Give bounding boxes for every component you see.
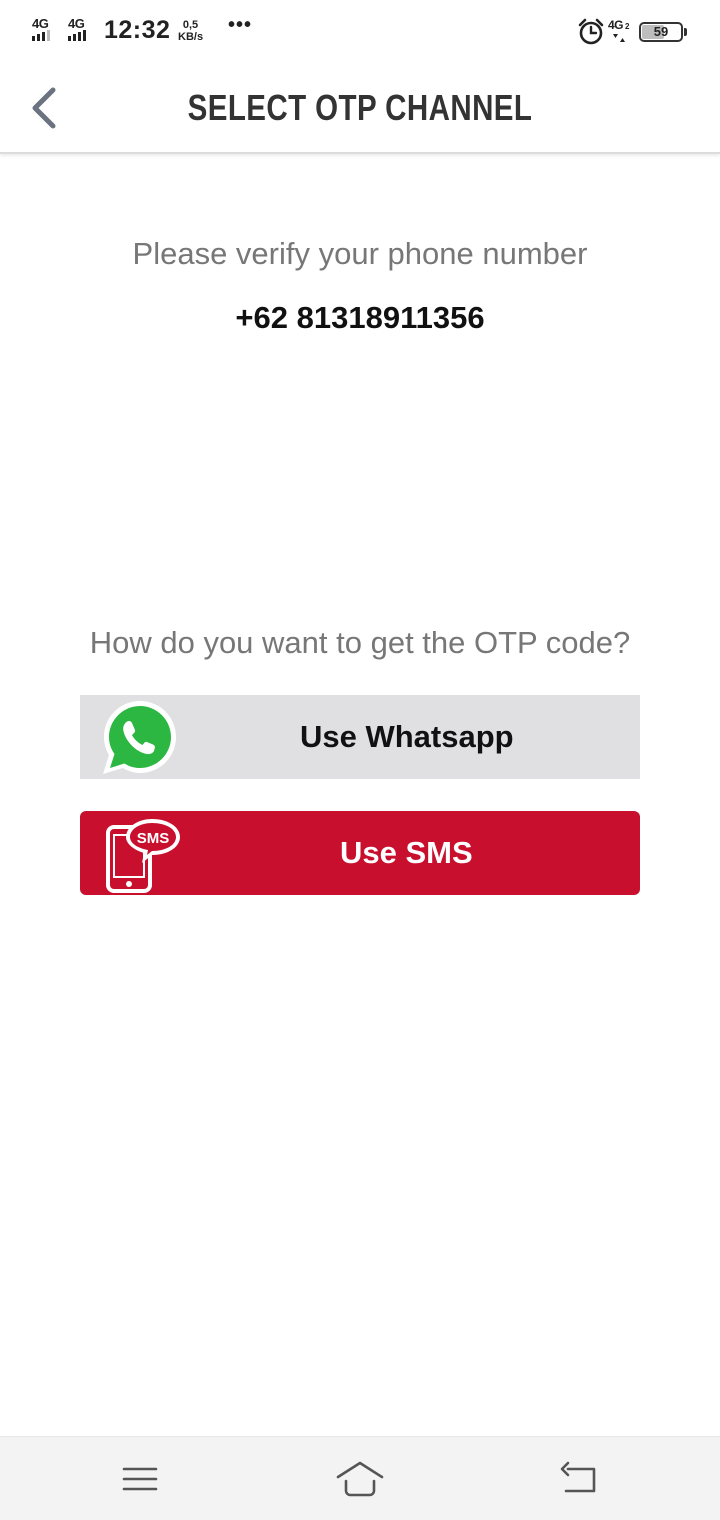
speed-value: 0,5 [182, 19, 199, 31]
system-nav-bar [0, 1436, 720, 1520]
alarm-icon [578, 18, 604, 45]
whatsapp-icon [103, 701, 176, 774]
home-icon [336, 1461, 384, 1497]
network-speed: 0,5 KB/s [178, 19, 203, 43]
speed-unit: KB/s [178, 31, 204, 43]
data-transfer-icon [613, 34, 625, 42]
sms-icon-text: SMS [137, 830, 170, 847]
use-whatsapp-button[interactable]: Use Whatsapp [80, 695, 640, 779]
more-notifications-icon: ••• [228, 14, 253, 36]
sms-phone-icon: SMS [106, 819, 180, 893]
back-button[interactable] [20, 84, 70, 134]
network-type-1: 4G [32, 16, 49, 31]
nav-back-button[interactable] [556, 1455, 604, 1503]
battery-percentage: 59 [653, 24, 669, 39]
screen: 4G 4G 12:32 0,5 KB/s ••• 4G 2 59 SELECT … [0, 0, 720, 1520]
use-sms-button[interactable]: SMS Use SMS [80, 811, 640, 895]
channel-question: How do you want to get the OTP code? [89, 625, 631, 660]
whatsapp-button-label: Use Whatsapp [300, 719, 514, 754]
nav-menu-button[interactable] [116, 1455, 164, 1503]
app-bar: SELECT OTP CHANNEL [0, 64, 720, 154]
battery-nub [684, 28, 687, 36]
nav-home-button[interactable] [336, 1455, 384, 1503]
sim-index: 2 [625, 22, 630, 31]
signal-icon-1 [32, 30, 50, 41]
verify-prompt: Please verify your phone number [132, 236, 588, 271]
phone-number: +62 81318911356 [235, 300, 485, 335]
signal-icon-2 [68, 30, 86, 41]
status-time: 12:32 [104, 16, 171, 44]
chevron-left-icon [32, 87, 56, 129]
page-title: SELECT OTP CHANNEL [187, 87, 533, 128]
back-icon [560, 1461, 596, 1493]
sms-button-label: Use SMS [340, 835, 473, 870]
network-type-3: 4G [608, 18, 624, 32]
status-bar: 4G 4G 12:32 0,5 KB/s ••• 4G 2 59 [0, 0, 720, 64]
menu-icon [122, 1467, 158, 1491]
network-type-2: 4G [68, 16, 85, 31]
